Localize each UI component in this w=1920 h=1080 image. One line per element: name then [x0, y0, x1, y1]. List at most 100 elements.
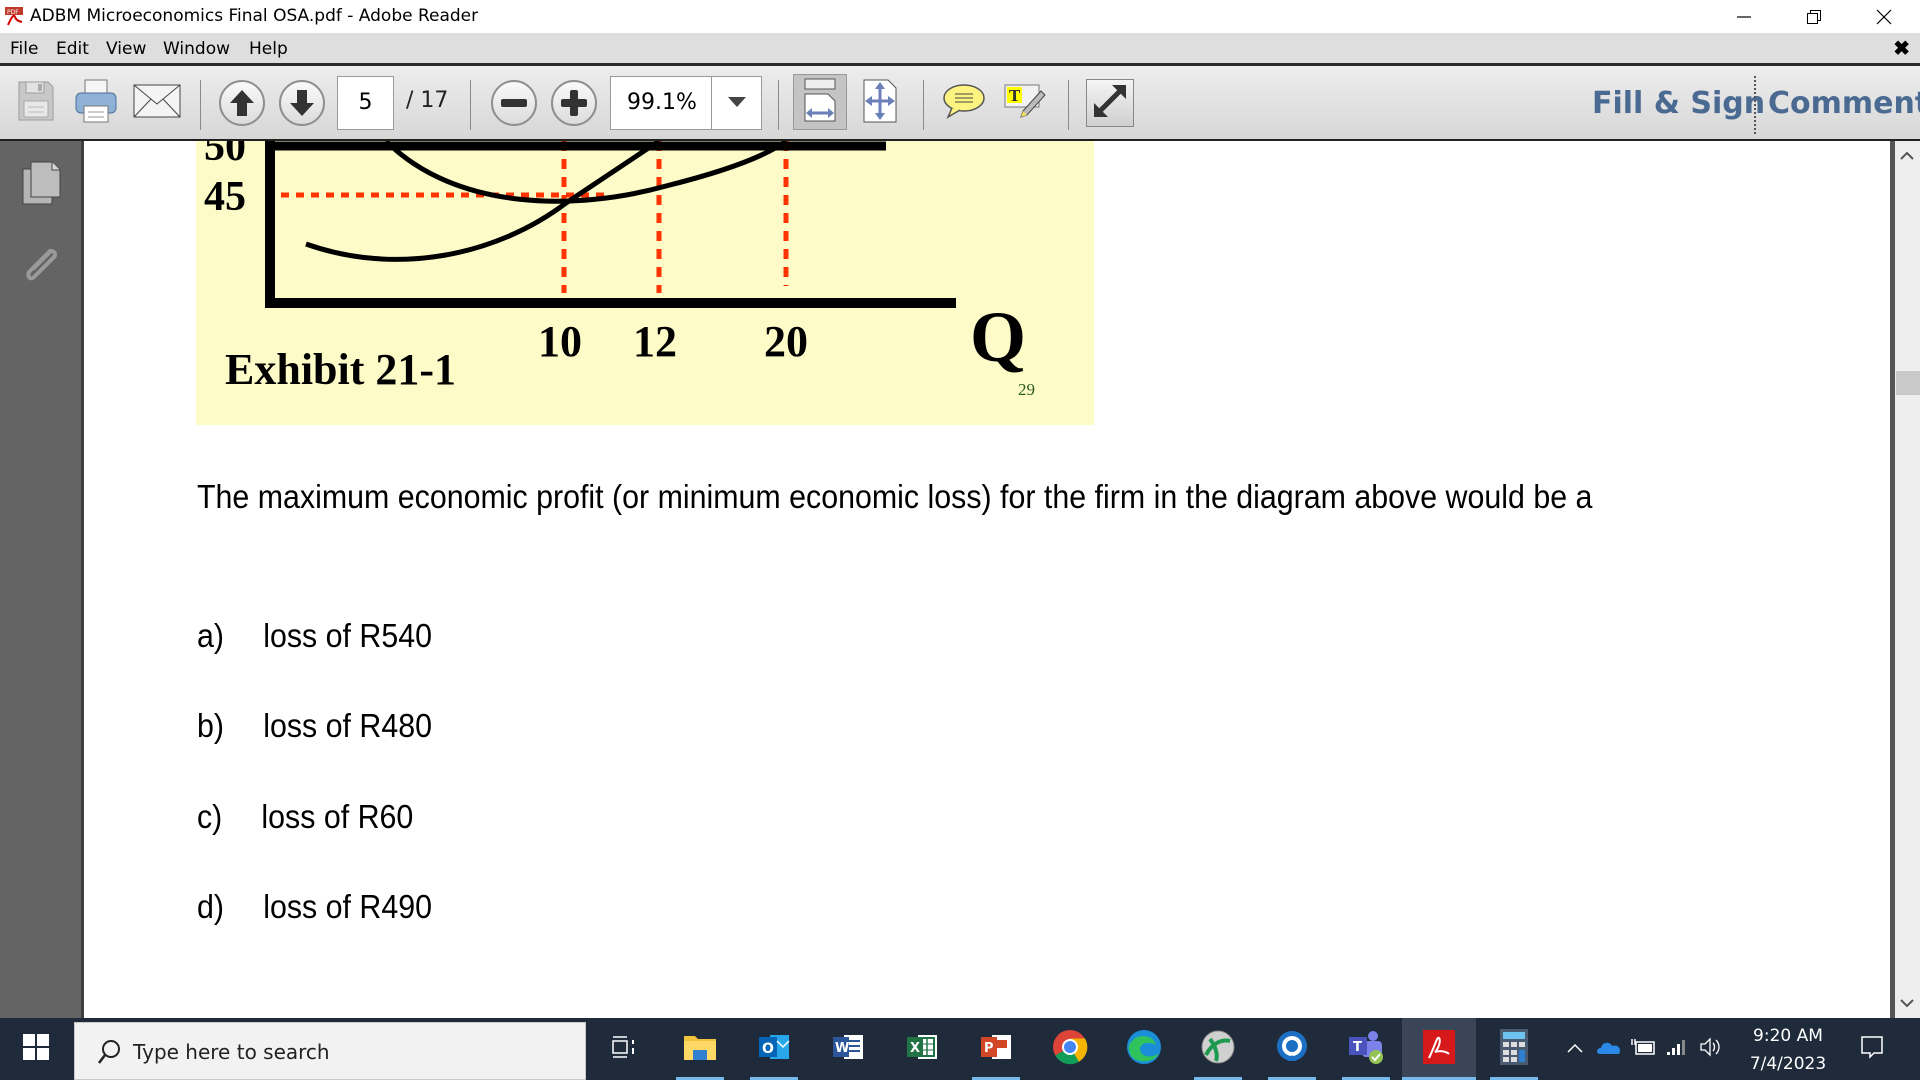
notification-icon — [1860, 1035, 1884, 1064]
option-a: a) loss of R540 — [197, 617, 432, 655]
x-tick-12: 12 — [633, 317, 677, 366]
svg-text:O: O — [762, 1041, 774, 1057]
zoom-out-button[interactable] — [488, 76, 540, 130]
taskbar-file-explorer[interactable] — [670, 1018, 730, 1080]
close-document-button[interactable]: ✖ — [1893, 36, 1910, 61]
sticky-note-icon — [942, 83, 986, 124]
battery-tray[interactable] — [1628, 1018, 1658, 1080]
zoom-select[interactable]: 99.1% — [610, 76, 762, 130]
email-button[interactable] — [131, 76, 183, 130]
outlook-icon: O — [758, 1032, 790, 1067]
menu-file[interactable]: File — [10, 39, 38, 59]
taskbar-powerpoint[interactable]: P — [966, 1018, 1026, 1080]
slide-number: 29 — [1018, 380, 1035, 399]
option-letter: c) — [197, 798, 223, 835]
menu-view[interactable]: View — [106, 39, 146, 59]
taskbar-teams[interactable]: T — [1336, 1018, 1396, 1080]
scroll-up-button[interactable] — [1900, 147, 1914, 165]
battery-charging-icon — [1630, 1038, 1656, 1061]
svg-text:T: T — [1009, 87, 1021, 105]
option-text: loss of R540 — [263, 617, 433, 654]
start-button[interactable] — [0, 1018, 72, 1080]
taskbar-chrome[interactable] — [1040, 1018, 1100, 1080]
full-screen-button[interactable] — [1086, 79, 1134, 127]
speaker-icon — [1699, 1036, 1723, 1062]
highlight-text-button[interactable]: T — [999, 76, 1051, 130]
onedrive-tray[interactable] — [1594, 1018, 1624, 1080]
network-tray[interactable] — [1662, 1018, 1692, 1080]
zoom-dropdown-button[interactable] — [711, 77, 761, 129]
x-tick-20: 20 — [764, 317, 808, 366]
toolbar-separator — [200, 80, 201, 130]
pages-icon — [20, 161, 64, 211]
toolbar: 5 / 17 99.1% T Fill & Sign Comment — [0, 63, 1920, 141]
menu-window[interactable]: Window — [163, 39, 230, 59]
toolbar-separator — [923, 80, 924, 130]
excel-icon: X — [906, 1032, 938, 1067]
menu-edit[interactable]: Edit — [56, 39, 89, 59]
taskbar-word[interactable]: W — [818, 1018, 878, 1080]
taskbar-outlook[interactable]: O — [744, 1018, 804, 1080]
fill-sign-tab[interactable]: Fill & Sign — [1592, 86, 1765, 121]
print-button[interactable] — [70, 76, 122, 130]
option-letter: b) — [197, 707, 224, 744]
scroll-down-button[interactable] — [1900, 994, 1914, 1012]
email-icon — [133, 84, 181, 123]
menu-help[interactable]: Help — [249, 39, 288, 59]
toolbar-separator — [778, 80, 779, 130]
save-button[interactable] — [10, 76, 62, 130]
close-window-button[interactable] — [1852, 0, 1916, 33]
next-page-button[interactable] — [276, 76, 328, 130]
highlight-text-icon: T — [1003, 83, 1047, 124]
previous-page-icon — [219, 80, 265, 126]
sticky-note-button[interactable] — [938, 76, 990, 130]
toolbar-separator — [470, 80, 471, 130]
svg-text:T: T — [1353, 1040, 1362, 1055]
navigation-panel — [0, 141, 84, 1018]
zoom-in-button[interactable] — [548, 76, 600, 130]
search-placeholder[interactable]: Type here to search — [133, 1040, 330, 1064]
task-view-button[interactable] — [594, 1018, 654, 1080]
fit-page-button[interactable] — [854, 76, 906, 130]
notifications-button[interactable] — [1852, 1018, 1892, 1080]
taskbar-calculator[interactable] — [1484, 1018, 1544, 1080]
previous-page-button[interactable] — [216, 76, 268, 130]
taskbar-adobe-reader[interactable] — [1402, 1018, 1476, 1080]
attachments-icon — [20, 249, 64, 291]
taskbar-excel[interactable]: X — [892, 1018, 952, 1080]
option-letter: a) — [197, 617, 224, 654]
pages-panel-button[interactable] — [20, 159, 64, 212]
zoom-out-icon — [491, 80, 537, 126]
minimize-button[interactable] — [1712, 0, 1776, 33]
restore-button[interactable] — [1782, 0, 1846, 33]
show-hidden-icons-button[interactable] — [1560, 1018, 1590, 1080]
search-icon — [97, 1039, 121, 1070]
title-bar: PDF ADBM Microeconomics Final OSA.pdf - … — [0, 0, 1920, 33]
file-explorer-icon — [683, 1032, 717, 1067]
comment-tab[interactable]: Comment — [1768, 86, 1920, 121]
taskbar-search-box[interactable]: Type here to search — [74, 1022, 586, 1080]
clock-date[interactable]: 7/4/2023 — [1744, 1054, 1832, 1074]
vpn-client-icon — [1200, 1029, 1236, 1070]
attachments-panel-button[interactable] — [20, 243, 64, 292]
option-text: loss of R480 — [263, 707, 433, 744]
x-tick-10: 10 — [538, 317, 582, 366]
fit-width-icon — [800, 77, 840, 128]
taskbar-vpn-client[interactable] — [1188, 1018, 1248, 1080]
taskbar-webex[interactable] — [1262, 1018, 1322, 1080]
scroll-thumb[interactable] — [1896, 371, 1920, 395]
chevron-down-icon — [727, 94, 746, 112]
document-view[interactable]: 50 45 10 12 20 Q Exhibit 21-1 29 The max… — [87, 141, 1893, 1018]
adobe-pdf-icon: PDF — [4, 6, 24, 26]
x-axis-label: Q — [970, 297, 1026, 377]
option-text: loss of R60 — [261, 798, 414, 835]
volume-tray[interactable] — [1696, 1018, 1726, 1080]
fit-width-button[interactable] — [793, 74, 847, 130]
page-number-input[interactable]: 5 — [337, 76, 394, 130]
zoom-value[interactable]: 99.1% — [611, 77, 713, 129]
zoom-in-icon — [551, 80, 597, 126]
vertical-scrollbar[interactable] — [1890, 141, 1920, 1018]
taskbar-edge[interactable] — [1114, 1018, 1174, 1080]
svg-text:X: X — [910, 1041, 920, 1056]
clock-time[interactable]: 9:20 AM — [1744, 1026, 1832, 1046]
